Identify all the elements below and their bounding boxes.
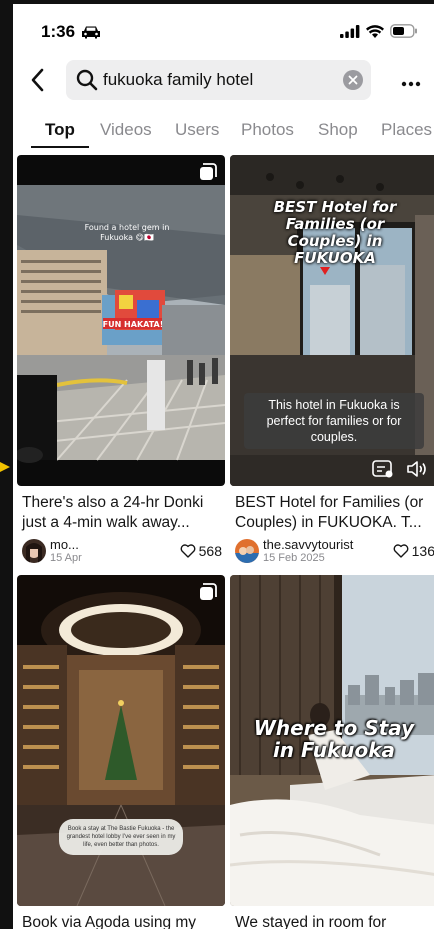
back-button[interactable] [27, 66, 51, 96]
multi-photo-icon [200, 163, 217, 180]
tab-shop[interactable]: Shop [318, 120, 358, 140]
card-caption[interactable]: BEST Hotel for Families (or Couples) in … [235, 493, 434, 533]
video-card[interactable]: Where to Stay in Fukuoka We stayed in ro… [230, 575, 434, 929]
clear-search-button[interactable] [343, 70, 363, 90]
more-options-button[interactable] [401, 74, 421, 92]
more-dots-icon [401, 81, 421, 87]
overlay-title: Where to Stay in Fukuoka [253, 716, 415, 762]
search-query-text: fukuoka family hotel [103, 70, 254, 89]
card-caption[interactable]: There's also a 24-hr Donki just a 4-min … [22, 493, 222, 533]
video-thumbnail[interactable]: FUN HAKATA! Found a hotel gem in Fukuoka… [17, 155, 225, 486]
avatar[interactable] [235, 539, 259, 563]
video-thumbnail[interactable]: Book a stay at The Bastie Fukuoka - the … [17, 575, 225, 906]
tab-places[interactable]: Places [381, 120, 432, 140]
car-icon [82, 26, 101, 39]
post-date: 15 Feb 2025 [263, 552, 325, 564]
video-card[interactable]: Book a stay at The Bastie Fukuoka - the … [17, 575, 225, 929]
heart-icon [393, 544, 409, 558]
tab-users[interactable]: Users [175, 120, 219, 140]
search-bar-row: fukuoka family hotel [13, 60, 434, 104]
video-thumbnail[interactable]: BEST Hotel for Families (or Couples) in … [230, 155, 434, 486]
overlay-subtitle: This hotel in Fukuoka is perfect for fam… [244, 393, 424, 449]
tab-photos[interactable]: Photos [241, 120, 294, 140]
avatar[interactable] [22, 539, 46, 563]
video-card[interactable]: BEST Hotel for Families (or Couples) in … [230, 155, 434, 575]
battery-icon [390, 24, 417, 38]
search-input[interactable]: fukuoka family hotel [66, 60, 371, 100]
card-caption[interactable]: Book via Agoda using my [22, 913, 222, 929]
close-icon [348, 75, 358, 85]
like-count-text: 568 [198, 543, 222, 559]
phone-screen: 1:36 fukuoka family hotel Top Videos Use… [13, 4, 434, 929]
wifi-icon [366, 24, 384, 38]
like-count[interactable]: 136 [393, 543, 434, 559]
captions-icon [372, 460, 393, 478]
speaker-icon [407, 461, 426, 477]
status-time-group: 1:36 [41, 22, 101, 42]
video-thumbnail[interactable]: Where to Stay in Fukuoka [230, 575, 434, 906]
card-meta: the.savvytourist 15 Feb 2025 136 [235, 537, 434, 567]
chevron-left-icon [31, 68, 44, 92]
like-count[interactable]: 568 [180, 543, 222, 559]
avatar-image [235, 539, 259, 563]
avatar-image [22, 539, 46, 563]
thumbnail-image: FUN HAKATA! [17, 155, 225, 486]
status-icons [340, 24, 418, 38]
sign-text: FUN HAKATA! [103, 320, 164, 329]
status-time: 1:36 [41, 22, 76, 41]
tab-videos[interactable]: Videos [100, 120, 152, 140]
video-card[interactable]: FUN HAKATA! Found a hotel gem in Fukuoka… [17, 155, 225, 575]
heart-icon [180, 544, 196, 558]
overlay-text: Book a stay at The Bastie Fukuoka - the … [59, 819, 183, 855]
overlay-title: BEST Hotel for Families (or Couples) in … [273, 198, 397, 267]
pointer-marker [0, 462, 10, 472]
search-icon [76, 69, 98, 91]
signal-icon [340, 24, 360, 38]
active-tab-indicator [31, 146, 89, 148]
multi-photo-icon [200, 583, 217, 600]
tab-top[interactable]: Top [45, 120, 75, 140]
card-caption[interactable]: We stayed in room for [235, 913, 434, 929]
status-bar: 1:36 [13, 4, 434, 56]
thumbnail-image [17, 575, 225, 906]
post-date: 15 Apr [50, 552, 82, 564]
search-tabs: Top Videos Users Photos Shop Places [13, 114, 434, 154]
like-count-text: 136 [411, 543, 434, 559]
username[interactable]: the.savvytourist [263, 537, 353, 552]
overlay-text: Found a hotel gem in Fukuoka 😋🇯🇵 [84, 223, 170, 242]
username[interactable]: mo... [50, 537, 79, 552]
card-meta: mo... 15 Apr 568 [22, 537, 222, 567]
